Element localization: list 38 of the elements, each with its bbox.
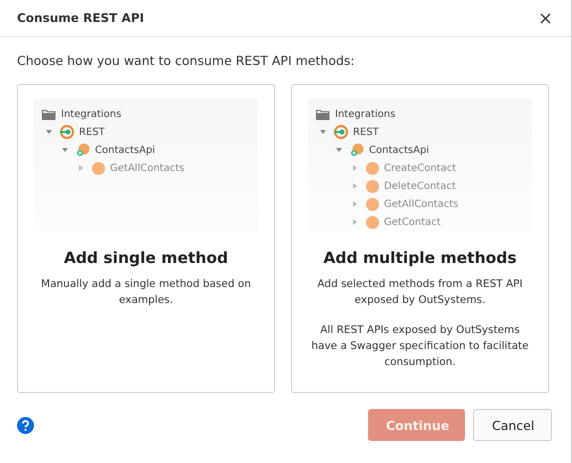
option-card[interactable] bbox=[291, 84, 549, 393]
folder-icon bbox=[316, 108, 330, 120]
method-icon bbox=[366, 198, 379, 210]
rest-integration-icon bbox=[60, 125, 74, 139]
tree-item-label[interactable]: ContactsApi bbox=[95, 144, 156, 156]
collapsed-arrow-icon[interactable] bbox=[78, 165, 84, 171]
expanded-arrow-icon[interactable] bbox=[320, 129, 326, 135]
option-description: All REST APIs exposed by OutSystems have a Swagger specification to facilitate consumption. bbox=[310, 323, 530, 370]
option-card[interactable]: Integrations REST ContactsApi GetAllContacts Add single method Manually add a single method based on examples. bbox=[17, 84, 275, 393]
option-description: Manually add a single method based on examples. bbox=[40, 277, 252, 308]
collapsed-arrow-icon[interactable] bbox=[352, 165, 358, 171]
collapsed-arrow-icon[interactable] bbox=[352, 183, 358, 189]
tree-item-label[interactable]: Integrations bbox=[61, 108, 122, 120]
method-icon bbox=[366, 216, 379, 228]
folder-icon bbox=[42, 108, 56, 120]
cancel-button[interactable]: Cancel bbox=[473, 409, 552, 441]
collapsed-arrow-icon[interactable] bbox=[352, 201, 358, 207]
rest-integration-icon bbox=[334, 125, 348, 139]
method-icon bbox=[366, 162, 379, 174]
tree-item-label[interactable]: REST bbox=[79, 126, 105, 138]
api-icon bbox=[350, 143, 364, 157]
api-icon bbox=[76, 143, 90, 157]
dialog-title: Consume REST API bbox=[17, 11, 144, 25]
expanded-arrow-icon[interactable] bbox=[336, 147, 342, 153]
tree-item-label[interactable]: REST bbox=[353, 126, 379, 138]
method-icon bbox=[366, 180, 379, 192]
expanded-arrow-icon[interactable] bbox=[62, 147, 68, 153]
help-icon[interactable] bbox=[17, 416, 34, 434]
option-description: Add selected methods from a REST API exposed by OutSystems. bbox=[316, 277, 524, 308]
method-icon bbox=[92, 162, 105, 174]
instruction-text: Choose how you want to consume REST API methods: bbox=[17, 53, 356, 68]
option-title: Add multiple methods bbox=[323, 249, 517, 267]
tree-item-label[interactable]: ContactsApi bbox=[369, 144, 430, 156]
close-icon[interactable] bbox=[540, 12, 551, 24]
collapsed-arrow-icon[interactable] bbox=[352, 219, 358, 225]
expanded-arrow-icon[interactable] bbox=[46, 129, 52, 135]
tree-item-label[interactable]: Integrations bbox=[335, 108, 396, 120]
option-title: Add single method bbox=[64, 249, 228, 267]
